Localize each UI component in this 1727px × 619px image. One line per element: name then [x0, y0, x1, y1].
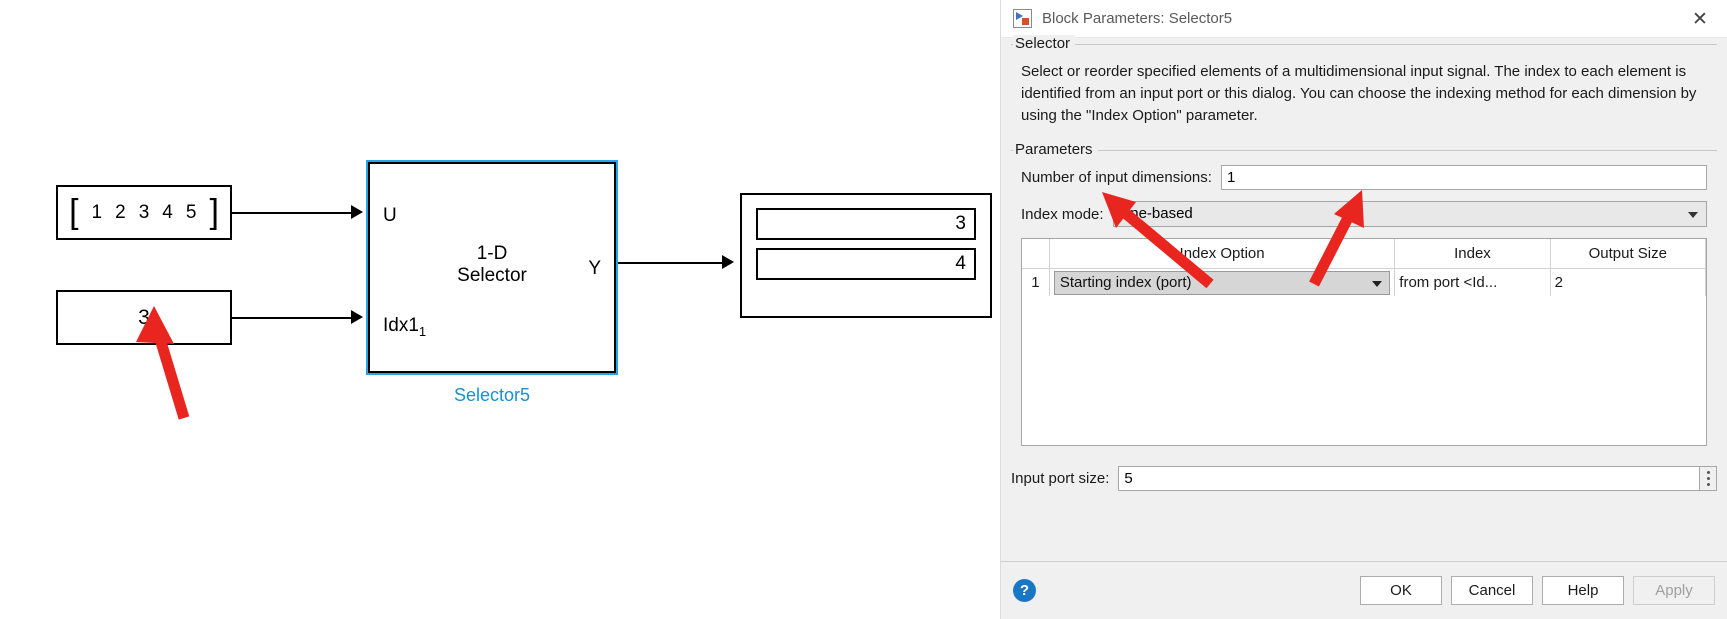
index-mode-label: Index mode: [1021, 205, 1104, 223]
ok-button[interactable]: OK [1360, 576, 1442, 605]
block-parameters-dialog: Block Parameters: Selector5 ✕ Selector S… [1000, 0, 1727, 619]
selector-description-group: Selector Select or reorder specified ele… [1011, 35, 1717, 136]
close-bracket: ] [209, 192, 219, 231]
column-header-output-size[interactable]: Output Size [1550, 239, 1706, 269]
display-block-values: 3 4 [742, 195, 990, 316]
selector-port-idx-label: Idx11 [383, 315, 427, 339]
column-header-rownum [1022, 239, 1050, 269]
display-block[interactable]: 3 4 [740, 193, 992, 318]
input-port-size-label: Input port size: [1011, 470, 1110, 488]
constant-vector-value: [ 1 2 3 4 5 ] [69, 192, 219, 231]
wire-scalar-to-selector [232, 317, 352, 319]
help-circle-icon[interactable]: ? [1013, 579, 1036, 602]
help-button[interactable]: Help [1542, 576, 1624, 605]
simulink-block-icon [1013, 9, 1032, 28]
cell-index[interactable]: from port <Id... [1394, 268, 1551, 297]
constant-vector-block[interactable]: [ 1 2 3 4 5 ] [56, 185, 232, 240]
arrow-head-idx-port [351, 310, 363, 324]
column-header-index[interactable]: Index [1394, 239, 1551, 269]
wire-selector-to-display [618, 262, 723, 264]
parameters-group: Parameters Number of input dimensions: 1… [1011, 141, 1717, 454]
selector-block-name-label: Selector5 [453, 385, 531, 405]
open-bracket: [ [69, 192, 79, 231]
dialog-title: Block Parameters: Selector5 [1042, 10, 1233, 27]
vector-element-1: 1 [91, 201, 103, 223]
selector-title-line2: Selector [457, 265, 527, 287]
selector-block-title: 1-D Selector [369, 243, 615, 288]
annotation-arrow-constant [136, 306, 190, 420]
input-port-size-input[interactable]: 5 [1118, 466, 1700, 492]
cancel-button[interactable]: Cancel [1451, 576, 1533, 605]
simulink-canvas[interactable]: [ 1 2 3 4 5 ] 3 U Idx11 Y 1-D Selector S… [0, 0, 1000, 619]
dialog-footer: ? OK Cancel Help Apply [1001, 561, 1727, 619]
chevron-down-icon [1688, 212, 1698, 219]
num-dimensions-input[interactable]: 1 [1220, 165, 1707, 191]
selector-title-line1: 1-D [476, 243, 508, 264]
arrow-head-u-port [351, 205, 363, 219]
wire-vector-to-selector [232, 212, 352, 214]
selector-description-text: Select or reorder specified elements of … [1021, 63, 1697, 124]
apply-button[interactable]: Apply [1633, 576, 1715, 605]
arrow-head-display [722, 255, 734, 269]
display-value-1: 3 [756, 208, 976, 240]
selector-port-u-label: U [383, 205, 397, 226]
selector-port-idx-subscript: 1 [418, 323, 427, 339]
selector-block[interactable]: U Idx11 Y 1-D Selector [366, 160, 618, 375]
input-port-size-row: Input port size: 5 [1001, 454, 1727, 501]
selector-group-legend: Selector [1013, 35, 1076, 52]
vector-element-5: 5 [185, 201, 197, 223]
annotation-arrow-output-size [1309, 190, 1364, 287]
vector-element-3: 3 [138, 201, 150, 223]
dialog-titlebar[interactable]: Block Parameters: Selector5 ✕ [1001, 0, 1727, 38]
input-port-size-stepper[interactable] [1700, 466, 1717, 492]
row-number: 1 [1022, 268, 1050, 297]
annotation-arrow-index-option [1102, 192, 1214, 289]
cell-output-size[interactable]: 2 [1550, 268, 1706, 297]
display-value-2: 4 [756, 248, 976, 280]
vector-element-4: 4 [162, 201, 173, 223]
close-icon[interactable]: ✕ [1679, 1, 1721, 37]
parameters-group-legend: Parameters [1013, 141, 1098, 159]
vector-element-2: 2 [115, 201, 126, 223]
parameters-group-body: Number of input dimensions: 1 Index mode… [1011, 151, 1717, 454]
dialog-body: Selector Select or reorder specified ele… [1001, 35, 1727, 561]
